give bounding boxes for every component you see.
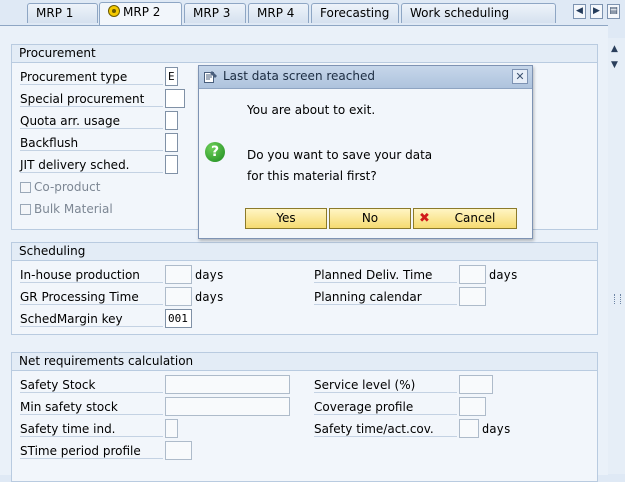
co-product-label: Co-product — [34, 180, 101, 194]
dialog-icon — [204, 71, 217, 83]
stime-period-profile-label: STime period profile — [20, 444, 163, 459]
coverage-profile-field[interactable] — [459, 397, 486, 416]
service-level-label: Service level (%) — [314, 378, 457, 393]
arrow-right-icon[interactable]: ▶ — [590, 4, 603, 19]
safety-stock-field[interactable] — [165, 375, 290, 394]
jit-delivery-label: JIT delivery sched. — [20, 158, 163, 173]
yes-label: Yes — [276, 211, 296, 225]
dialog-title: Last data screen reached — [223, 69, 375, 83]
cancel-label: Cancel — [454, 211, 496, 225]
stime-period-profile-field[interactable] — [165, 441, 192, 460]
quota-usage-label: Quota arr. usage — [20, 114, 163, 129]
unit-days: days — [489, 268, 518, 282]
schedmargin-field[interactable]: 001 — [165, 309, 192, 328]
dialog-message-line2: Do you want to save your data — [247, 148, 433, 162]
planned-deliv-label: Planned Deliv. Time — [314, 268, 457, 283]
min-safety-stock-field[interactable] — [165, 397, 290, 416]
safety-time-act-label: Safety time/act.cov. — [314, 422, 457, 437]
jit-delivery-field[interactable] — [165, 155, 178, 174]
inhouse-production-label: In-house production — [20, 268, 163, 283]
bulk-material-label: Bulk Material — [34, 202, 113, 216]
tab-list-icon[interactable]: ▤ — [607, 4, 620, 19]
close-icon[interactable]: ✕ — [512, 69, 528, 84]
special-procurement-field[interactable] — [165, 89, 185, 108]
tab-forecasting[interactable]: Forecasting — [311, 3, 399, 23]
vertical-scrollbar[interactable]: ▲ ▼ — [608, 38, 625, 474]
question-mark-icon: ? — [205, 142, 225, 162]
safety-time-act-field[interactable] — [459, 419, 479, 438]
unit-days: days — [195, 290, 224, 304]
procurement-type-label: Procurement type — [20, 70, 163, 85]
tab-mrp1[interactable]: MRP 1 — [27, 3, 98, 23]
planning-calendar-field[interactable] — [459, 287, 486, 306]
service-level-field[interactable] — [459, 375, 493, 394]
tab-mrp3[interactable]: MRP 3 — [184, 3, 246, 23]
red-x-icon: ✖ — [419, 211, 430, 226]
tab-label: Forecasting — [320, 6, 390, 20]
inhouse-production-field[interactable] — [165, 265, 192, 284]
scroll-down-icon[interactable]: ▼ — [611, 60, 618, 70]
arrow-left-icon[interactable]: ◀ — [573, 4, 586, 19]
no-label: No — [361, 211, 379, 225]
min-safety-stock-label: Min safety stock — [20, 400, 163, 415]
safety-stock-label: Safety Stock — [20, 378, 163, 393]
gr-processing-label: GR Processing Time — [20, 290, 163, 305]
planned-deliv-field[interactable] — [459, 265, 486, 284]
special-procurement-label: Special procurement — [20, 92, 163, 107]
status-circle-icon — [108, 5, 120, 17]
backflush-field[interactable] — [165, 133, 178, 152]
tab-label: MRP 2 — [123, 5, 161, 19]
yes-button[interactable]: Yes — [245, 208, 327, 229]
tab-mrp2[interactable]: MRP 2 — [99, 2, 182, 25]
coverage-profile-label: Coverage profile — [314, 400, 457, 415]
safety-time-ind-field[interactable] — [165, 419, 178, 438]
tab-work-scheduling[interactable]: Work scheduling — [401, 3, 556, 23]
backflush-label: Backflush — [20, 136, 163, 151]
no-button[interactable]: No — [329, 208, 411, 229]
tab-label: MRP 1 — [36, 6, 74, 20]
gr-processing-field[interactable] — [165, 287, 192, 306]
group-title: Scheduling — [12, 243, 597, 261]
dialog-message-line1: You are about to exit. — [247, 103, 376, 117]
group-title: Procurement — [12, 45, 597, 63]
bulk-material-checkbox[interactable] — [20, 204, 31, 215]
unit-days: days — [195, 268, 224, 282]
tab-mrp4[interactable]: MRP 4 — [248, 3, 309, 23]
co-product-checkbox[interactable] — [20, 182, 31, 193]
tab-bar: MRP 1 MRP 2 MRP 3 MRP 4 Forecasting Work… — [0, 0, 625, 25]
exit-confirm-dialog: Last data screen reached ✕ You are about… — [198, 65, 533, 239]
planning-calendar-label: Planning calendar — [314, 290, 457, 305]
tab-label: MRP 4 — [257, 6, 295, 20]
unit-days: days — [482, 422, 511, 436]
dialog-message-line3: for this material first? — [247, 169, 377, 183]
procurement-type-field[interactable]: E — [165, 67, 178, 86]
group-title: Net requirements calculation — [12, 353, 597, 371]
safety-time-ind-label: Safety time ind. — [20, 422, 163, 437]
scroll-up-icon[interactable]: ▲ — [611, 44, 618, 54]
tab-label: MRP 3 — [193, 6, 231, 20]
tab-label: Work scheduling — [410, 6, 510, 20]
net-requirements-group: Net requirements calculation — [11, 352, 598, 482]
scroll-grip[interactable] — [614, 294, 621, 304]
dialog-titlebar: Last data screen reached ✕ — [199, 66, 532, 89]
schedmargin-label: SchedMargin key — [20, 312, 163, 327]
quota-usage-field[interactable] — [165, 111, 178, 130]
cancel-button[interactable]: ✖ Cancel — [413, 208, 517, 229]
